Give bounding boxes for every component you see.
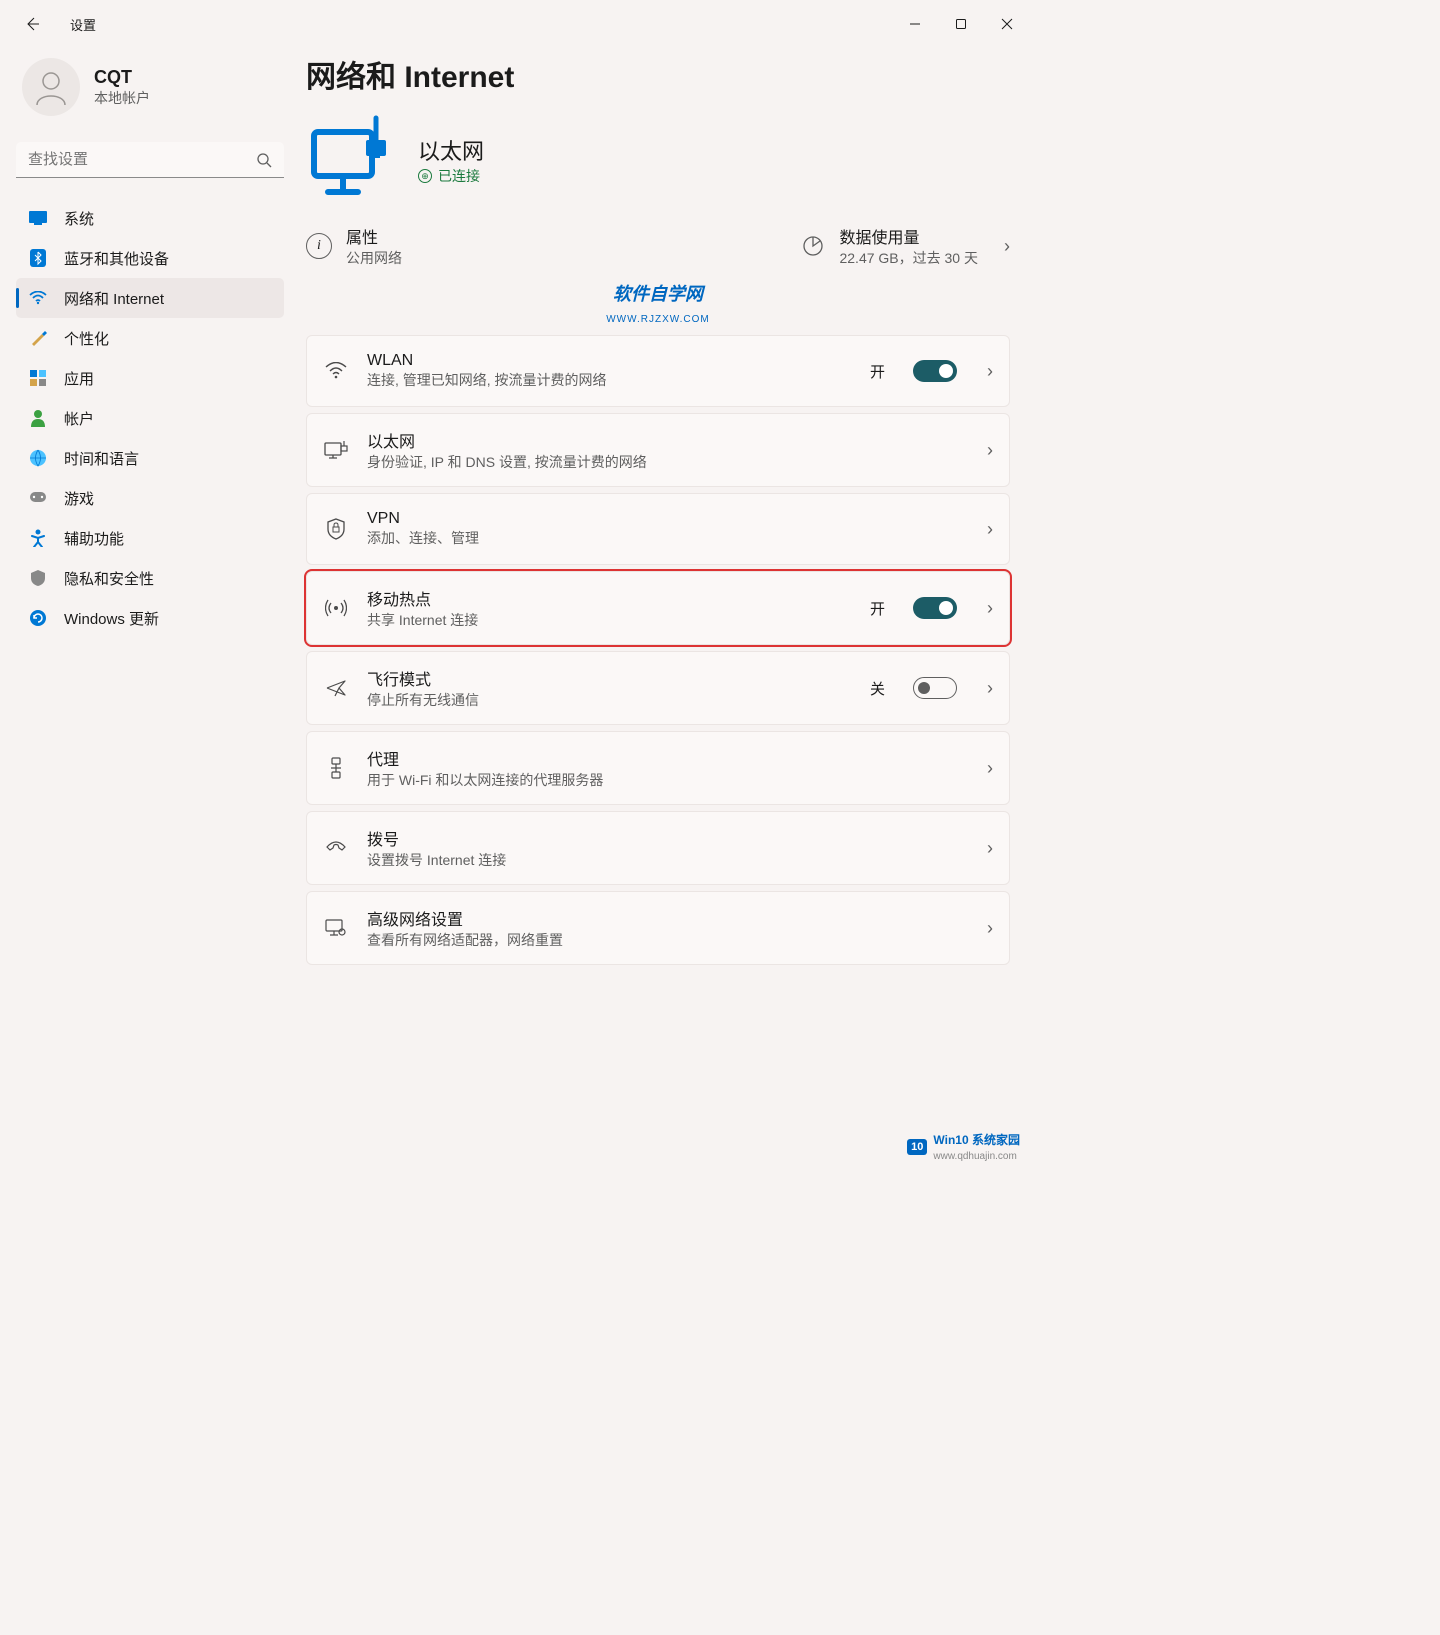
hotspot-state: 开 (870, 598, 885, 619)
profile-name: CQT (94, 67, 150, 88)
hotspot-icon (323, 598, 349, 618)
chevron-right-icon: › (1004, 236, 1010, 257)
apps-icon (28, 368, 48, 388)
wlan-state: 开 (870, 361, 885, 382)
chevron-right-icon: › (987, 361, 993, 382)
search-icon (256, 152, 272, 168)
card-hotspot[interactable]: 移动热点共享 Internet 连接 开 › (306, 571, 1010, 645)
arrow-left-icon (24, 16, 40, 32)
chevron-right-icon: › (987, 918, 993, 939)
card-proxy[interactable]: 代理用于 Wi-Fi 和以太网连接的代理服务器 › (306, 731, 1010, 805)
data-usage-link[interactable]: 数据使用量 22.47 GB，过去 30 天 › (801, 224, 1010, 268)
monitor-gear-icon (323, 918, 349, 938)
sidebar-item-accessibility[interactable]: 辅助功能 (16, 518, 284, 558)
usage-sub: 22.47 GB，过去 30 天 (839, 248, 978, 268)
chevron-right-icon: › (987, 598, 993, 619)
brush-icon (28, 328, 48, 348)
watermark: 软件自学网 WWW.RJZXW.COM (306, 280, 1010, 327)
airplane-state: 关 (870, 678, 885, 699)
pie-icon (801, 234, 825, 258)
search-box[interactable] (16, 142, 284, 178)
wifi-icon (28, 288, 48, 308)
usage-title: 数据使用量 (839, 224, 978, 248)
sidebar-item-label: Windows 更新 (64, 608, 159, 629)
system-icon (28, 208, 48, 228)
sidebar-item-apps[interactable]: 应用 (16, 358, 284, 398)
sidebar-item-label: 游戏 (64, 488, 94, 509)
search-input[interactable] (16, 142, 284, 178)
globe-icon: ⊕ (418, 169, 432, 183)
hero: 以太网 ⊕已连接 (306, 114, 1010, 206)
sidebar-item-gaming[interactable]: 游戏 (16, 478, 284, 518)
chevron-right-icon: › (987, 519, 993, 540)
profile-sub: 本地帐户 (94, 88, 150, 108)
card-advanced[interactable]: 高级网络设置查看所有网络适配器，网络重置 › (306, 891, 1010, 965)
ethernet-hero-icon (306, 114, 398, 206)
hero-title: 以太网 (418, 134, 484, 166)
back-button[interactable] (14, 6, 50, 42)
shield-lock-icon (323, 518, 349, 540)
ethernet-icon (323, 440, 349, 460)
chevron-right-icon: › (987, 758, 993, 779)
airplane-icon (323, 678, 349, 698)
card-ethernet[interactable]: 以太网身份验证, IP 和 DNS 设置, 按流量计费的网络 › (306, 413, 1010, 487)
sidebar-item-label: 辅助功能 (64, 528, 124, 549)
close-button[interactable] (984, 8, 1030, 40)
card-dialup[interactable]: 拨号设置拨号 Internet 连接 › (306, 811, 1010, 885)
sidebar: CQT 本地帐户 系统 蓝牙和其他设备 网络和 Internet 个性化 应用 … (0, 48, 300, 1168)
sidebar-item-update[interactable]: Windows 更新 (16, 598, 284, 638)
chevron-right-icon: › (987, 678, 993, 699)
hotspot-toggle[interactable] (913, 597, 957, 619)
wlan-toggle[interactable] (913, 360, 957, 382)
person-icon (28, 408, 48, 428)
shield-icon (28, 568, 48, 588)
accessibility-icon (28, 528, 48, 548)
titlebar: 设置 (0, 0, 1030, 48)
sidebar-item-accounts[interactable]: 帐户 (16, 398, 284, 438)
maximize-button[interactable] (938, 8, 984, 40)
sidebar-item-label: 应用 (64, 368, 94, 389)
info-icon: i (306, 233, 332, 259)
proxy-icon (323, 757, 349, 779)
airplane-toggle[interactable] (913, 677, 957, 699)
props-sub: 公用网络 (346, 248, 402, 268)
gamepad-icon (28, 488, 48, 508)
props-title: 属性 (346, 224, 402, 248)
properties-link[interactable]: i 属性 公用网络 (306, 224, 402, 268)
profile[interactable]: CQT 本地帐户 (16, 54, 284, 142)
main-content: 网络和 Internet 以太网 ⊕已连接 i 属性 公用网络 (300, 48, 1030, 1168)
sidebar-item-label: 个性化 (64, 328, 109, 349)
card-wlan[interactable]: WLAN连接, 管理已知网络, 按流量计费的网络 开 › (306, 335, 1010, 407)
sidebar-item-label: 系统 (64, 208, 94, 229)
minimize-button[interactable] (892, 8, 938, 40)
sidebar-item-label: 蓝牙和其他设备 (64, 248, 169, 269)
globe-clock-icon (28, 448, 48, 468)
chevron-right-icon: › (987, 440, 993, 461)
chevron-right-icon: › (987, 838, 993, 859)
hero-status: ⊕已连接 (418, 166, 484, 186)
sidebar-item-time[interactable]: 时间和语言 (16, 438, 284, 478)
footer-badge: 10 (907, 1139, 927, 1155)
footer-watermark: 10 Win10 系统家园 www.qdhuajin.com (907, 1131, 1020, 1162)
card-vpn[interactable]: VPN添加、连接、管理 › (306, 493, 1010, 565)
update-icon (28, 608, 48, 628)
page-title: 网络和 Internet (306, 52, 1010, 96)
sidebar-item-personalization[interactable]: 个性化 (16, 318, 284, 358)
bluetooth-icon (28, 248, 48, 268)
sidebar-item-bluetooth[interactable]: 蓝牙和其他设备 (16, 238, 284, 278)
sidebar-item-label: 网络和 Internet (64, 288, 164, 309)
sidebar-item-label: 隐私和安全性 (64, 568, 154, 589)
card-airplane[interactable]: 飞行模式停止所有无线通信 关 › (306, 651, 1010, 725)
sidebar-item-privacy[interactable]: 隐私和安全性 (16, 558, 284, 598)
sidebar-item-label: 帐户 (64, 408, 94, 429)
app-title: 设置 (70, 15, 96, 34)
avatar-icon (22, 58, 80, 116)
sidebar-item-system[interactable]: 系统 (16, 198, 284, 238)
wifi-icon (323, 362, 349, 380)
phone-icon (323, 839, 349, 857)
sidebar-item-label: 时间和语言 (64, 448, 139, 469)
sidebar-item-network[interactable]: 网络和 Internet (16, 278, 284, 318)
